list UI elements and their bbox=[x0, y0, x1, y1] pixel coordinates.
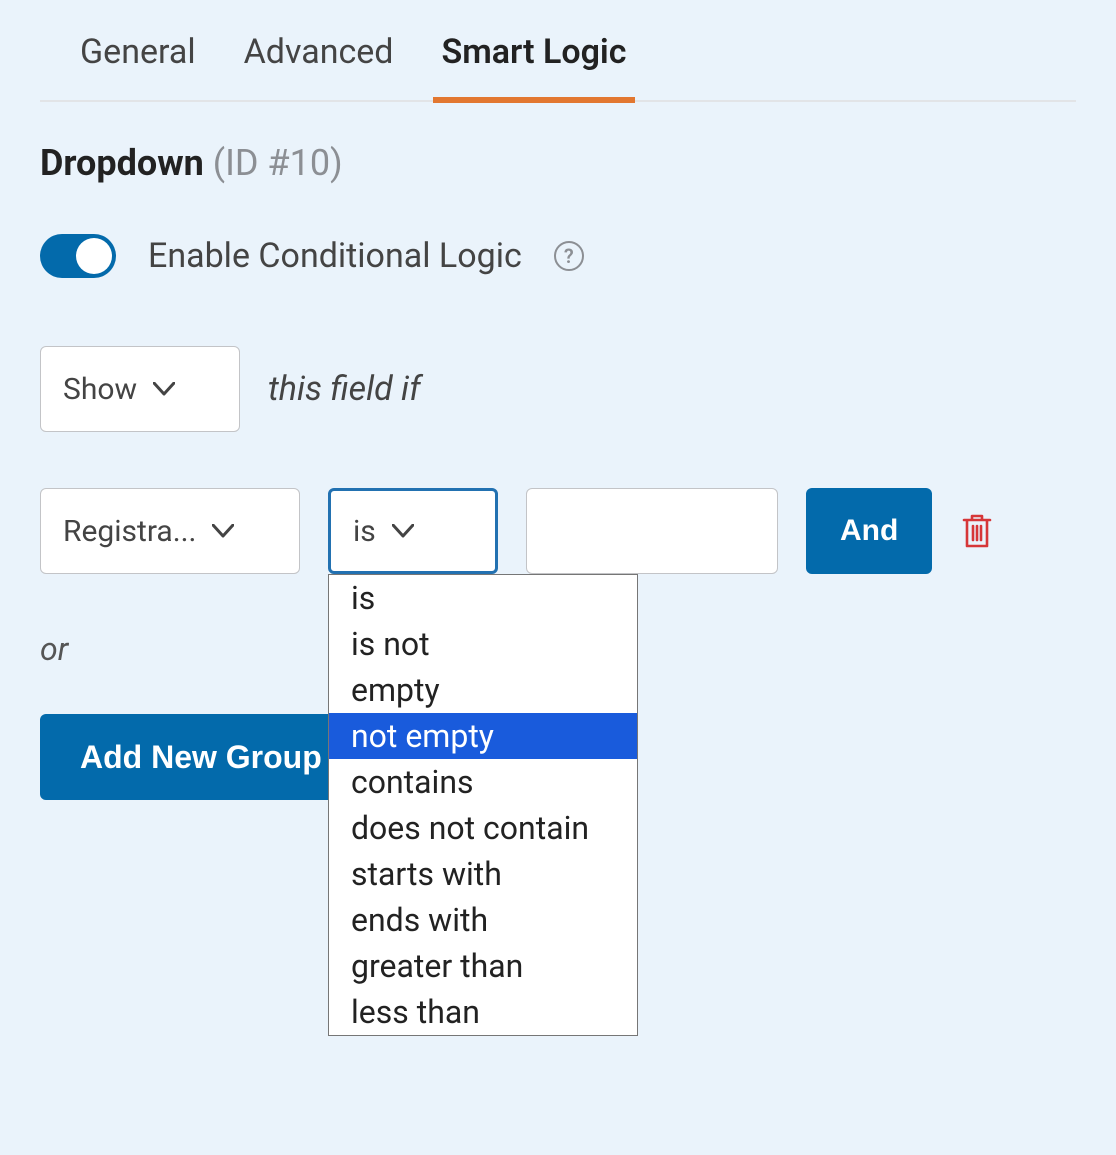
operator-option[interactable]: less than bbox=[329, 989, 637, 1035]
operator-option[interactable]: contains bbox=[329, 759, 637, 805]
tabs-bar: General Advanced Smart Logic bbox=[40, 8, 1076, 102]
chevron-down-icon bbox=[153, 382, 175, 396]
operator-dropdown-menu: isis notemptynot emptycontainsdoes not c… bbox=[328, 574, 638, 1036]
operator-option[interactable]: ends with bbox=[329, 897, 637, 943]
toggle-knob bbox=[76, 238, 112, 274]
chevron-down-icon bbox=[392, 524, 414, 538]
operator-option[interactable]: not empty bbox=[329, 713, 637, 759]
rule-operator-select-value: is bbox=[353, 514, 376, 549]
conditional-logic-label: Enable Conditional Logic bbox=[148, 236, 522, 276]
operator-option[interactable]: is not bbox=[329, 621, 637, 667]
rule-operator-select[interactable]: is bbox=[328, 488, 498, 574]
operator-option[interactable]: does not contain bbox=[329, 805, 637, 851]
trash-icon[interactable] bbox=[960, 512, 994, 550]
field-heading: Dropdown (ID #10) bbox=[40, 142, 1076, 184]
action-suffix-text: this field if bbox=[268, 369, 421, 409]
field-name: Dropdown bbox=[40, 142, 204, 184]
tab-general[interactable]: General bbox=[80, 32, 196, 100]
conditional-logic-toggle[interactable] bbox=[40, 234, 116, 278]
operator-option[interactable]: is bbox=[329, 575, 637, 621]
operator-option[interactable]: starts with bbox=[329, 851, 637, 897]
tab-advanced[interactable]: Advanced bbox=[244, 32, 394, 100]
field-id: (ID #10) bbox=[213, 142, 343, 184]
operator-option[interactable]: greater than bbox=[329, 943, 637, 989]
rule-field-select-value: Registra... bbox=[63, 514, 196, 549]
add-new-group-button[interactable]: Add New Group bbox=[40, 714, 362, 800]
help-icon[interactable]: ? bbox=[554, 241, 584, 271]
chevron-down-icon bbox=[212, 524, 234, 538]
action-select-value: Show bbox=[63, 372, 137, 407]
action-select[interactable]: Show bbox=[40, 346, 240, 432]
tab-smart-logic[interactable]: Smart Logic bbox=[441, 32, 626, 100]
rule-field-select[interactable]: Registra... bbox=[40, 488, 300, 574]
and-button[interactable]: And bbox=[806, 488, 932, 574]
operator-option[interactable]: empty bbox=[329, 667, 637, 713]
rule-value-input[interactable] bbox=[526, 488, 778, 574]
